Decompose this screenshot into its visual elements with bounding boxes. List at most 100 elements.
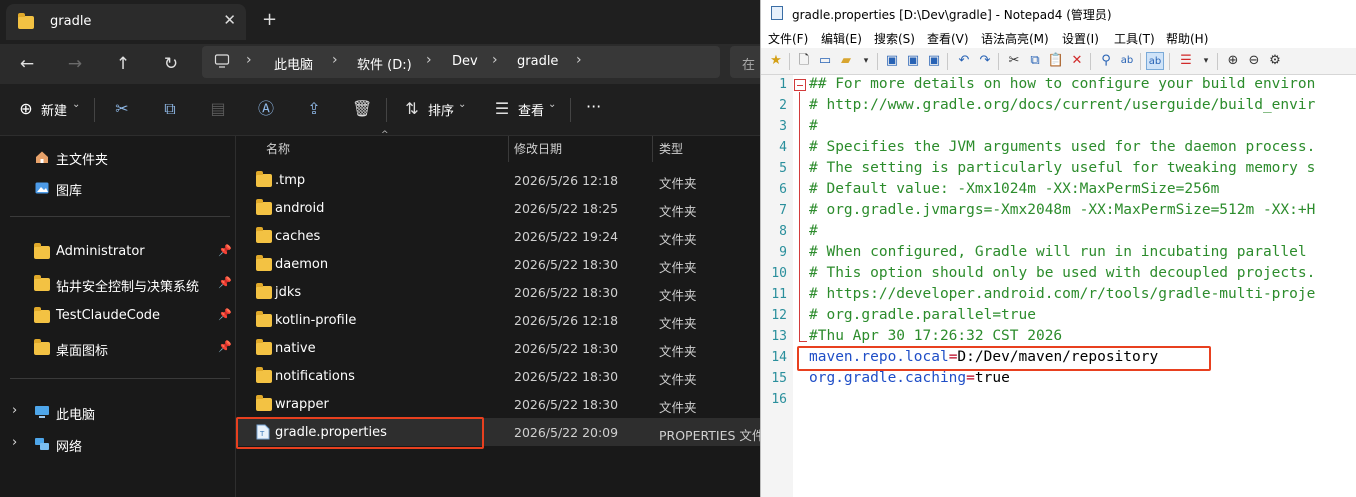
menu-file[interactable]: 文件(F) [768,30,808,47]
table-row[interactable]: native 2026/5/22 18:30 文件夹 [236,334,760,362]
table-row[interactable]: .tmp 2026/5/26 12:18 文件夹 [236,166,760,194]
code-line: # The setting is particularly useful for… [809,160,1316,176]
line-number: 15 [771,371,787,386]
view-button[interactable]: 查看 [518,100,544,119]
sidebar-item-network[interactable]: › 网络 [0,431,236,457]
menu-edit[interactable]: 编辑(E) [821,30,862,47]
save-copy-icon[interactable]: ▣ [925,52,943,70]
forward-arrow-icon[interactable]: → [61,51,89,77]
table-row[interactable]: notifications 2026/5/22 18:30 文件夹 [236,362,760,390]
divider [1169,53,1170,70]
browse-folder-icon[interactable]: ▰ [837,52,855,70]
table-row[interactable]: jdks 2026/5/22 18:30 文件夹 [236,278,760,306]
folder-icon [34,243,50,263]
undo-icon[interactable]: ↶ [955,52,973,70]
line-number: 6 [779,182,787,197]
rename-icon[interactable]: Ⓐ [256,99,276,119]
table-row[interactable]: wrapper 2026/5/22 18:30 文件夹 [236,390,760,418]
search-box[interactable]: 在 [730,46,760,78]
menu-settings[interactable]: 设置(I) [1062,30,1099,47]
address-bar[interactable]: › 此电脑 › 软件 (D:) › Dev › gradle › [202,46,720,78]
sort-icon[interactable]: ⇅ [402,99,422,119]
word-wrap-icon[interactable]: ab [1146,52,1164,70]
sidebar-item-drilling-system[interactable]: 钻井安全控制与决策系统 📌 [0,271,236,297]
file-name: native [275,341,316,356]
new-tab-button[interactable]: + [262,9,277,30]
sidebar-item-testclaudecode[interactable]: TestClaudeCode 📌 [0,303,236,329]
line-number: 14 [771,350,787,365]
plus-circle-icon[interactable]: ⊕ [16,99,36,119]
new-file-icon[interactable]: 🗋 [795,52,813,70]
save-as-icon[interactable]: ▣ [904,52,922,70]
chevron-down-icon[interactable]: ▾ [1197,52,1215,70]
copy-icon[interactable]: ⧉ [1026,52,1044,70]
file-name: kotlin-profile [275,313,357,328]
redo-icon[interactable]: ↷ [976,52,994,70]
chevron-right-icon[interactable]: › [12,435,17,450]
scheme-icon[interactable]: ☰ [1177,52,1195,70]
zoom-in-icon[interactable]: ⊕ [1224,52,1242,70]
sidebar-item-home[interactable]: 主文件夹 [0,144,236,170]
column-divider[interactable] [508,136,509,162]
sidebar-item-gallery[interactable]: 图库 [0,175,236,201]
equals-sign: = [966,370,975,386]
cut-icon[interactable]: ✂ [1005,52,1023,70]
chevron-down-icon[interactable]: ▾ [857,52,875,70]
divider [947,53,948,70]
chevron-down-icon[interactable]: ⌄ [72,99,80,110]
paste-icon[interactable]: 📋 [1047,52,1065,70]
chevron-down-icon[interactable]: ⌄ [458,99,466,110]
breadcrumb-drive-d[interactable]: 软件 (D:) [357,54,412,73]
fold-collapse-icon[interactable] [794,79,806,91]
refresh-icon[interactable]: ↻ [157,51,185,77]
find-icon[interactable]: ⚲ [1097,52,1115,70]
menu-search[interactable]: 搜索(S) [874,30,915,47]
chevron-right-icon[interactable]: › [12,403,17,418]
replace-icon[interactable]: ab [1118,52,1136,70]
menu-view[interactable]: 查看(V) [927,30,969,47]
menu-syntax[interactable]: 语法高亮(M) [981,30,1049,47]
paste-icon[interactable]: ▤ [208,99,228,119]
open-file-icon[interactable]: ▭ [816,52,834,70]
pin-icon: 📌 [218,244,232,257]
sidebar-item-this-pc[interactable]: › 此电脑 [0,399,236,425]
column-header-type[interactable]: 类型 [659,140,683,157]
line-number-gutter: 1 2 3 4 5 6 7 8 9 10 11 12 13 14 15 16 [761,75,793,497]
table-row[interactable]: kotlin-profile 2026/5/26 12:18 文件夹 [236,306,760,334]
view-icon[interactable]: ☰ [492,99,512,119]
breadcrumb-dev[interactable]: Dev [452,54,478,69]
sort-button[interactable]: 排序 [428,100,454,119]
new-button[interactable]: 新建 [41,100,67,119]
sidebar-item-desktop-icons[interactable]: 桌面图标 📌 [0,335,236,361]
delete-icon[interactable]: ✕ [1068,52,1086,70]
editor[interactable]: 1 2 3 4 5 6 7 8 9 10 11 12 13 14 15 16 #… [761,75,1356,497]
delete-icon[interactable]: 🗑 [352,99,372,119]
save-icon[interactable]: ▣ [883,52,901,70]
breadcrumb-gradle[interactable]: gradle [517,54,558,69]
table-row[interactable]: caches 2026/5/22 19:24 文件夹 [236,222,760,250]
column-divider[interactable] [652,136,653,162]
table-row[interactable]: android 2026/5/22 18:25 文件夹 [236,194,760,222]
copy-icon[interactable]: ⧉ [160,99,180,119]
favorites-icon[interactable]: ★ [767,52,785,70]
back-arrow-icon[interactable]: ← [13,51,41,77]
close-tab-icon[interactable]: ✕ [223,11,236,29]
settings-icon[interactable]: ⚙ [1266,52,1284,70]
cut-icon[interactable]: ✂ [112,99,132,119]
chevron-down-icon[interactable]: ⌄ [548,99,556,110]
more-options-button[interactable]: ··· [586,97,601,116]
column-header-name[interactable]: 名称 [266,140,290,157]
menu-tools[interactable]: 工具(T) [1114,30,1155,47]
toolbar: ★ 🗋 ▭ ▰ ▾ ▣ ▣ ▣ ↶ ↷ ✂ ⧉ 📋 ✕ ⚲ ab ab ☰ ▾ [761,48,1356,75]
table-row[interactable]: daemon 2026/5/22 18:30 文件夹 [236,250,760,278]
breadcrumb-this-pc[interactable]: 此电脑 [274,54,313,73]
share-icon[interactable]: ⇪ [304,99,324,119]
sidebar-item-administrator[interactable]: Administrator 📌 [0,239,236,265]
tab-gradle[interactable]: gradle ✕ [6,4,246,40]
line-number: 2 [779,98,787,113]
menu-help[interactable]: 帮助(H) [1166,30,1208,47]
column-header-modified[interactable]: 修改日期 [514,140,562,157]
up-arrow-icon[interactable]: ↑ [109,51,137,77]
search-placeholder: 在 [742,58,756,73]
zoom-out-icon[interactable]: ⊖ [1245,52,1263,70]
